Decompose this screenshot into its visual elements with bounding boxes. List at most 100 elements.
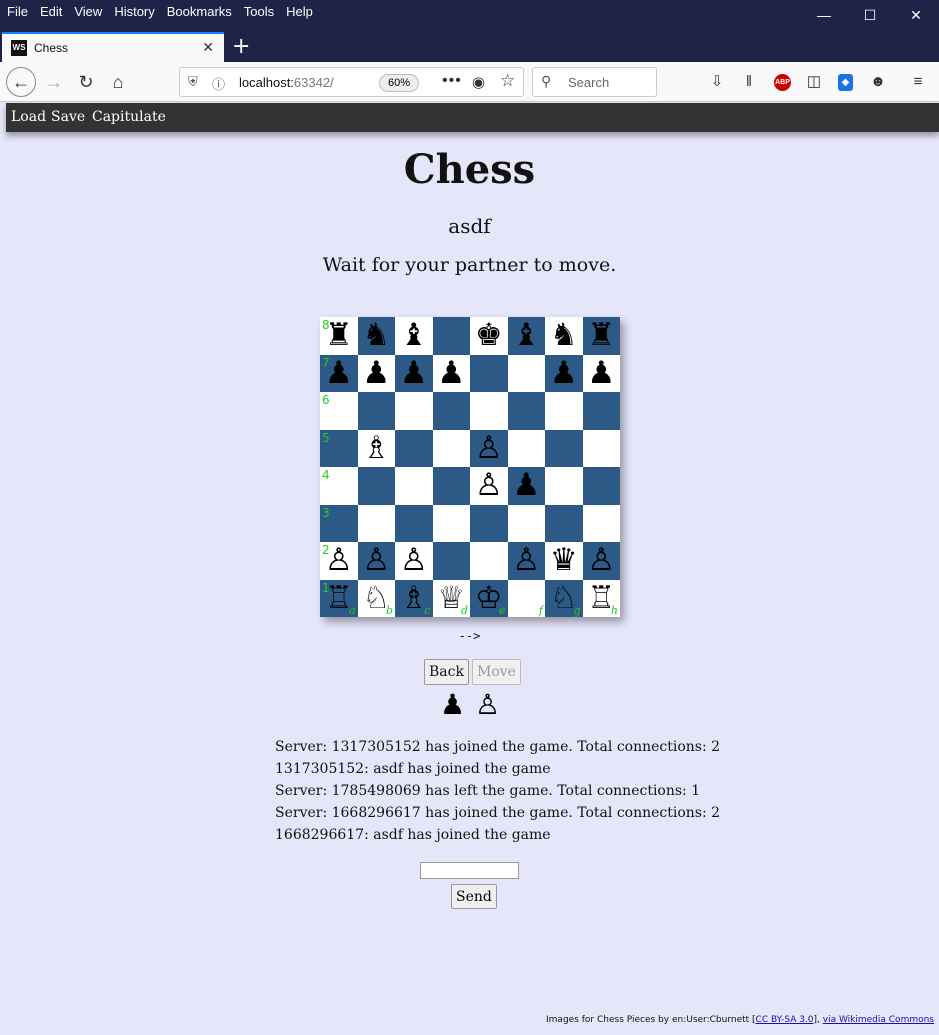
square-d8[interactable] <box>432 317 470 355</box>
license-link[interactable]: CC BY-SA 3.0 <box>756 1015 814 1025</box>
bookmark-star-icon[interactable]: ☆ <box>500 71 515 91</box>
square-c4[interactable] <box>395 467 433 505</box>
chess-piece-icon[interactable]: ♟ <box>437 357 465 389</box>
square-f6[interactable] <box>507 392 545 430</box>
forward-arrow-icon[interactable]: → <box>40 68 68 96</box>
square-f5[interactable] <box>507 429 545 467</box>
wikimedia-link[interactable]: via Wikimedia Commons <box>823 1015 934 1025</box>
chess-piece-icon[interactable]: ♟ <box>512 470 540 501</box>
square-g4[interactable] <box>545 467 583 505</box>
square-e3[interactable] <box>470 504 508 542</box>
square-a6[interactable]: 6 <box>320 392 358 430</box>
square-b6[interactable] <box>357 392 395 430</box>
url-bar[interactable]: ⛨ ⓘ localhost:63342/ 60% ••• ◉ ☆ <box>179 67 524 97</box>
square-b2[interactable]: ♙ <box>357 542 395 580</box>
load-button[interactable]: Load <box>11 109 46 125</box>
square-c5[interactable] <box>395 429 433 467</box>
hamburger-menu-icon[interactable]: ≡ <box>908 72 928 92</box>
chess-piece-icon[interactable]: ♙ <box>362 545 390 576</box>
square-h8[interactable]: ♜ <box>582 317 620 355</box>
square-e4[interactable]: ♙ <box>470 467 508 505</box>
menu-edit[interactable]: Edit <box>40 4 62 19</box>
menu-help[interactable]: Help <box>286 4 313 19</box>
square-f4[interactable]: ♟ <box>507 467 545 505</box>
square-d4[interactable] <box>432 467 470 505</box>
square-f7[interactable] <box>507 354 545 392</box>
capitulate-button[interactable]: Capitulate <box>92 109 166 125</box>
square-e6[interactable] <box>470 392 508 430</box>
chess-piece-icon[interactable]: ♝ <box>512 320 540 351</box>
square-c6[interactable] <box>395 392 433 430</box>
back-button[interactable]: Back <box>424 659 469 685</box>
chess-piece-icon[interactable]: ♞ <box>362 320 390 351</box>
account-icon[interactable]: ☻ <box>868 72 888 92</box>
chess-piece-icon[interactable]: ♙ <box>475 432 503 464</box>
square-d2[interactable] <box>432 542 470 580</box>
menu-tools[interactable]: Tools <box>244 4 274 19</box>
chess-piece-icon[interactable]: ♚ <box>475 320 503 351</box>
square-d5[interactable] <box>432 429 470 467</box>
square-d7[interactable]: ♟ <box>432 354 470 392</box>
square-h3[interactable] <box>582 504 620 542</box>
save-button[interactable]: Save <box>51 109 85 125</box>
tab-chess[interactable]: WS Chess ✕ <box>2 32 224 62</box>
square-g7[interactable]: ♟ <box>545 354 583 392</box>
square-e8[interactable]: ♚ <box>470 317 508 355</box>
url-text[interactable]: localhost:63342/ <box>239 75 334 90</box>
chess-piece-icon[interactable]: ♙ <box>587 545 615 576</box>
square-b8[interactable]: ♞ <box>357 317 395 355</box>
square-c3[interactable] <box>395 504 433 542</box>
square-a8[interactable]: 8 ♜ <box>320 317 358 355</box>
square-b3[interactable] <box>357 504 395 542</box>
menu-view[interactable]: View <box>74 4 102 19</box>
square-h2[interactable]: ♙ <box>582 542 620 580</box>
chess-piece-icon[interactable]: ♙ <box>400 545 428 576</box>
menu-bookmarks[interactable]: Bookmarks <box>167 4 232 19</box>
square-h1[interactable]: h ♖ <box>582 579 620 617</box>
page-actions-icon[interactable]: ••• <box>442 72 462 90</box>
square-h5[interactable] <box>582 429 620 467</box>
maximize-icon[interactable]: ☐ <box>847 0 893 30</box>
square-d6[interactable] <box>432 392 470 430</box>
square-f1[interactable]: f <box>507 579 545 617</box>
square-d1[interactable]: d ♕ <box>432 579 470 617</box>
square-b1[interactable]: b ♘ <box>357 579 395 617</box>
square-b5[interactable]: ♗ <box>357 429 395 467</box>
square-h4[interactable] <box>582 467 620 505</box>
square-f8[interactable]: ♝ <box>507 317 545 355</box>
square-g1[interactable]: g ♘ <box>545 579 583 617</box>
square-e7[interactable] <box>470 354 508 392</box>
chess-piece-icon[interactable]: ♞ <box>550 320 578 351</box>
bitwarden-icon[interactable]: ◆ <box>838 74 853 91</box>
chess-piece-icon[interactable]: ♟ <box>550 357 578 389</box>
chess-piece-icon[interactable]: ♜ <box>587 320 615 351</box>
square-h6[interactable] <box>582 392 620 430</box>
square-b4[interactable] <box>357 467 395 505</box>
square-a3[interactable]: 3 <box>320 504 358 542</box>
info-icon[interactable]: ⓘ <box>212 74 225 93</box>
square-g5[interactable] <box>545 429 583 467</box>
square-h7[interactable]: ♟ <box>582 354 620 392</box>
move-button[interactable]: Move <box>472 659 521 685</box>
chess-piece-icon[interactable]: ♟ <box>362 357 390 389</box>
send-button[interactable]: Send <box>451 884 497 909</box>
chess-piece-icon[interactable]: ♟ <box>400 357 428 389</box>
chess-piece-icon[interactable]: ♗ <box>362 432 390 464</box>
square-g3[interactable] <box>545 504 583 542</box>
square-b7[interactable]: ♟ <box>357 354 395 392</box>
square-a5[interactable]: 5 <box>320 429 358 467</box>
shield-icon[interactable]: ⛨ <box>188 74 198 90</box>
chess-piece-icon[interactable]: ♝ <box>400 320 428 351</box>
zoom-badge[interactable]: 60% <box>379 74 419 92</box>
close-window-icon[interactable]: ✕ <box>893 0 939 30</box>
search-input[interactable]: ⚲ Search <box>532 67 657 97</box>
square-g8[interactable]: ♞ <box>545 317 583 355</box>
library-icon[interactable]: ‖ <box>739 72 759 92</box>
chess-piece-icon[interactable]: ♟ <box>587 357 615 389</box>
menu-file[interactable]: File <box>7 4 28 19</box>
chess-piece-icon[interactable]: ♙ <box>475 470 503 501</box>
square-e2[interactable] <box>470 542 508 580</box>
download-icon[interactable]: ⇩ <box>707 72 727 92</box>
square-a7[interactable]: 7 ♟ <box>320 354 358 392</box>
square-g2[interactable]: ♛ <box>545 542 583 580</box>
